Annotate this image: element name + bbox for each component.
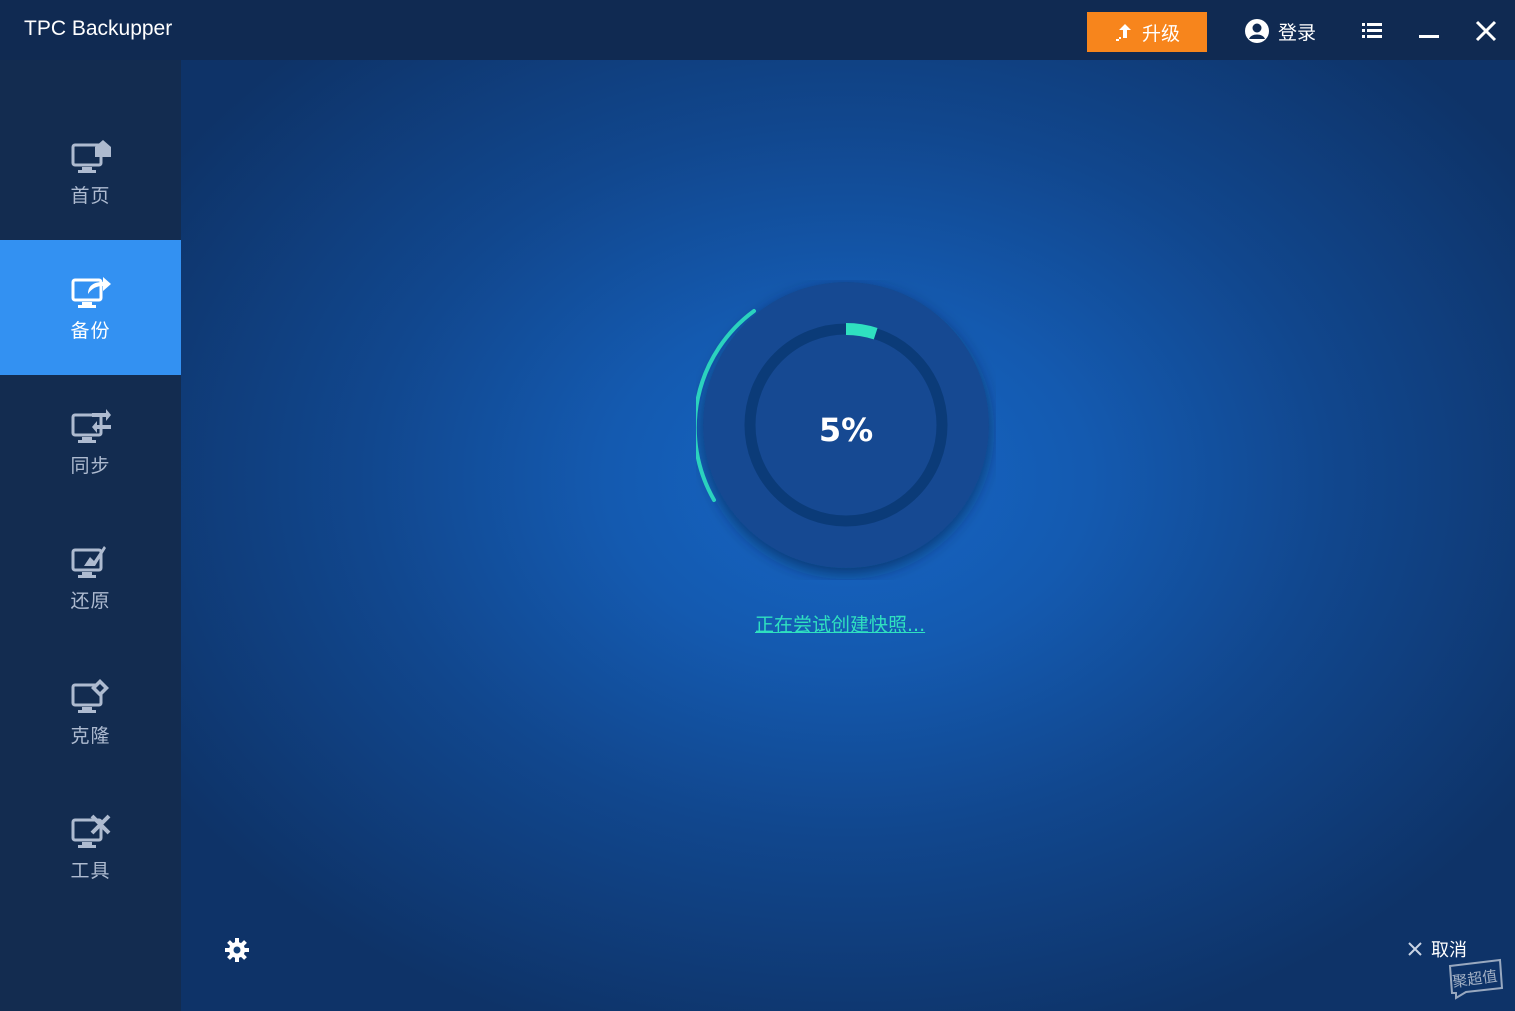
sidebar-item-label: 首页 <box>70 185 111 207</box>
upgrade-button[interactable]: 升级 <box>1087 12 1207 52</box>
login-button[interactable]: 登录 <box>1244 14 1316 48</box>
restore-monitor-icon <box>71 546 106 578</box>
home-monitor-icon <box>71 140 111 173</box>
user-avatar-icon <box>1245 19 1269 43</box>
sidebar-item-backup[interactable]: 备份 <box>0 240 181 375</box>
watermark-logo: 聚超值 <box>1448 958 1504 1000</box>
progress-percent: 5% <box>818 411 874 449</box>
gear-icon[interactable] <box>224 937 250 963</box>
close-x-icon <box>1408 942 1422 956</box>
progress-ring: 5% <box>692 280 996 580</box>
minimize-icon[interactable] <box>1414 16 1444 46</box>
close-icon[interactable] <box>1471 16 1501 46</box>
tools-monitor-icon <box>71 814 110 848</box>
app-title: TPC Backupper <box>24 17 173 40</box>
watermark-text: 聚超值 <box>1451 967 1498 991</box>
upgrade-label: 升级 <box>1141 22 1180 45</box>
title-bar: TPC Backupper 升级 登录 <box>0 0 1515 60</box>
sidebar-item-clone[interactable]: 克隆 <box>0 645 181 780</box>
sidebar-item-restore[interactable]: 还原 <box>0 510 181 645</box>
sidebar-item-sync[interactable]: 同步 <box>0 375 181 510</box>
backup-monitor-icon <box>71 277 111 308</box>
sidebar-item-label: 工具 <box>70 860 111 882</box>
sync-monitor-icon <box>71 409 111 443</box>
sidebar-item-label: 还原 <box>70 590 111 612</box>
sidebar-item-label: 备份 <box>70 320 111 342</box>
sidebar-item-label: 同步 <box>70 455 111 477</box>
main-panel: 5% 正在尝试创建快照... 取消 聚超值 <box>181 60 1515 1011</box>
status-link[interactable]: 正在尝试创建快照... <box>755 610 925 637</box>
upgrade-arrow-icon <box>1115 24 1131 41</box>
menu-icon[interactable] <box>1357 16 1387 46</box>
login-label: 登录 <box>1278 21 1317 44</box>
sidebar-item-label: 克隆 <box>70 725 111 747</box>
sidebar: 首页 备份 同步 还原 克隆 工具 <box>0 60 181 1011</box>
sidebar-item-home[interactable]: 首页 <box>0 105 181 240</box>
sidebar-item-tools[interactable]: 工具 <box>0 780 181 915</box>
clone-monitor-icon <box>71 679 109 713</box>
